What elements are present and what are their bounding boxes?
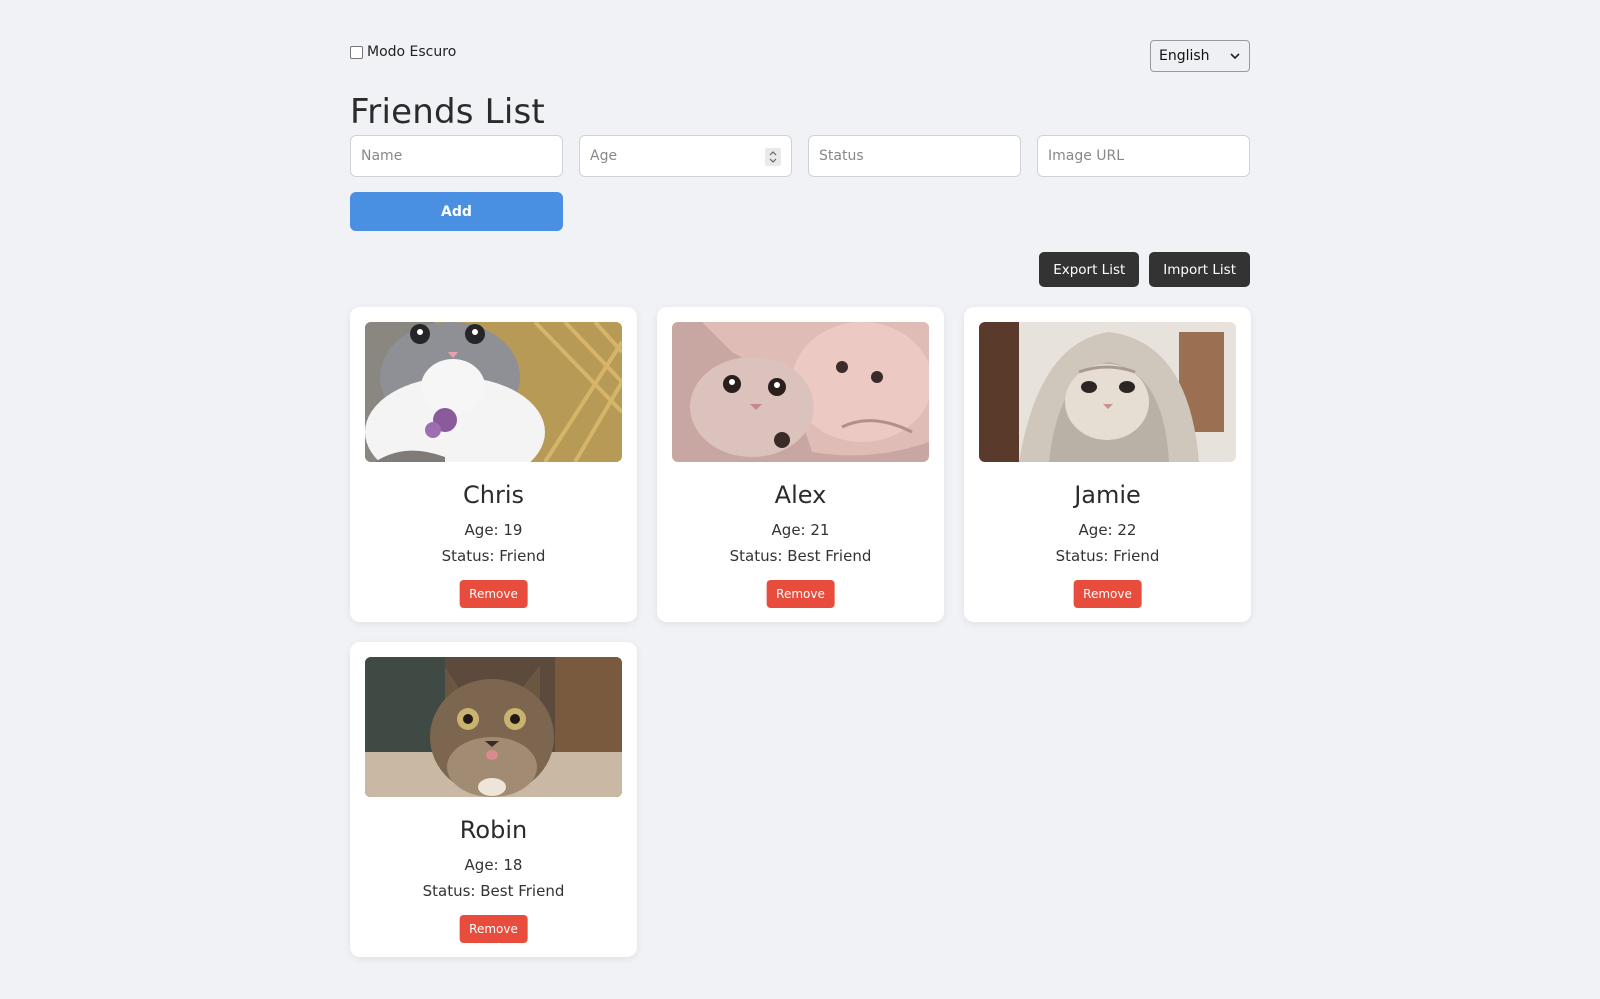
age-placeholder: Age bbox=[590, 148, 618, 164]
gray-white-kitten-photo bbox=[365, 322, 622, 462]
top-bar: Modo Escuro English bbox=[350, 40, 1250, 74]
name-input[interactable]: Name bbox=[350, 135, 563, 177]
friend-name: Alex bbox=[774, 481, 827, 509]
chevron-down-icon bbox=[1230, 53, 1240, 60]
friend-age: Age: 19 bbox=[464, 521, 523, 539]
add-friend-form: Name Age Status Image URL bbox=[350, 135, 1250, 177]
friend-status: Status: Friend bbox=[1055, 547, 1160, 565]
friend-card: Jamie Age: 22 Status: Friend Remove bbox=[964, 307, 1251, 622]
language-select[interactable]: English bbox=[1150, 40, 1250, 72]
app-container: Modo Escuro English Friends List Name Ag… bbox=[350, 0, 1251, 999]
image-url-input[interactable]: Image URL bbox=[1037, 135, 1250, 177]
list-actions: Export List Import List bbox=[1039, 252, 1250, 287]
tabby-cat-photo bbox=[365, 657, 622, 797]
language-selected-value: English bbox=[1159, 48, 1210, 64]
friend-name: Robin bbox=[459, 816, 528, 844]
remove-button[interactable]: Remove bbox=[459, 915, 528, 943]
friend-name: Jamie bbox=[1074, 481, 1141, 509]
friend-status: Status: Best Friend bbox=[729, 547, 872, 565]
age-stepper[interactable] bbox=[765, 148, 781, 166]
name-placeholder: Name bbox=[361, 148, 403, 164]
page-title: Friends List bbox=[350, 92, 545, 132]
friends-grid: Chris Age: 19 Status: Friend Remove Alex… bbox=[350, 307, 1251, 957]
remove-button[interactable]: Remove bbox=[766, 580, 835, 608]
import-list-button[interactable]: Import List bbox=[1149, 252, 1250, 287]
age-input[interactable]: Age bbox=[579, 135, 792, 177]
friend-age: Age: 22 bbox=[1078, 521, 1137, 539]
remove-button[interactable]: Remove bbox=[459, 580, 528, 608]
friend-card: Robin Age: 18 Status: Best Friend Remove bbox=[350, 642, 637, 957]
export-list-button[interactable]: Export List bbox=[1039, 252, 1140, 287]
dark-mode-label: Modo Escuro bbox=[367, 44, 457, 60]
friend-status: Status: Best Friend bbox=[422, 882, 565, 900]
friend-card: Chris Age: 19 Status: Friend Remove bbox=[350, 307, 637, 622]
friend-name: Chris bbox=[462, 481, 524, 509]
friend-age: Age: 18 bbox=[464, 856, 523, 874]
friend-status: Status: Friend bbox=[441, 547, 546, 565]
friend-card: Alex Age: 21 Status: Best Friend Remove bbox=[657, 307, 944, 622]
remove-button[interactable]: Remove bbox=[1073, 580, 1142, 608]
image-url-placeholder: Image URL bbox=[1048, 148, 1125, 164]
status-placeholder: Status bbox=[819, 148, 864, 164]
kitten-in-pink-hood-photo bbox=[672, 322, 929, 462]
add-button[interactable]: Add bbox=[350, 192, 563, 231]
kitten-in-blanket-photo bbox=[979, 322, 1236, 462]
stepper-arrows-icon bbox=[769, 151, 777, 163]
dark-mode-checkbox[interactable] bbox=[350, 45, 363, 59]
dark-mode-toggle[interactable]: Modo Escuro bbox=[350, 44, 456, 60]
status-input[interactable]: Status bbox=[808, 135, 1021, 177]
friend-age: Age: 21 bbox=[771, 521, 830, 539]
